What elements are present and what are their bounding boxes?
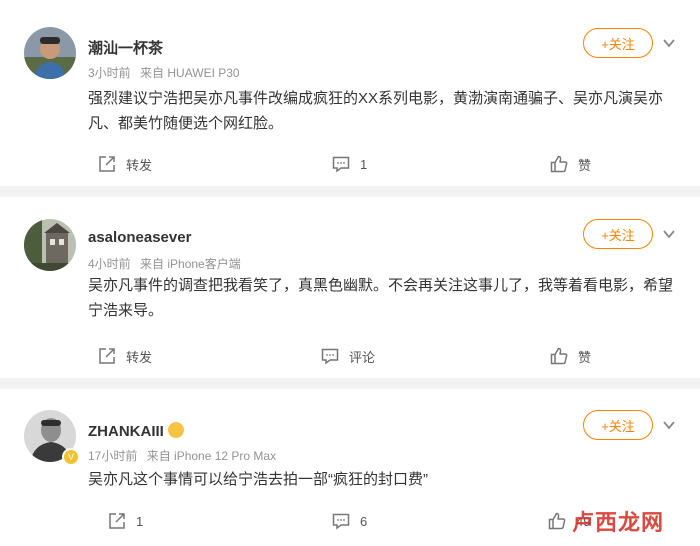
repost-label: 转发	[126, 157, 153, 173]
comment-source: 来自 HUAWEI P30	[140, 66, 240, 80]
comment-time: 3小时前	[88, 66, 131, 80]
comment-time: 17小时前	[88, 449, 138, 463]
follow-button-label: +关注	[601, 227, 635, 243]
follow-button[interactable]: +关注	[583, 28, 653, 58]
comment-icon	[321, 348, 339, 365]
action-bar: 转发 评论 赞	[0, 344, 700, 368]
follow-button[interactable]: +关注	[583, 219, 653, 249]
comment-count: 1	[360, 156, 368, 172]
comment-icon	[332, 156, 350, 173]
comment-meta: 3小时前 来自 HUAWEI P30	[88, 64, 240, 81]
chevron-down-icon[interactable]	[662, 36, 676, 50]
repost-button[interactable]: 转发	[98, 344, 152, 368]
comment-text: 吴亦凡事件的调查把我看笑了，真黑色幽默。不会再关注这事儿了，我等着看电影，希望宁…	[88, 277, 674, 319]
thumbs-up-icon	[548, 512, 566, 530]
watermark: 卢西龙网	[572, 510, 665, 536]
comment-source: 来自 iPhone 12 Pro Max	[146, 449, 277, 463]
follow-button-label: +关注	[601, 418, 635, 434]
comment-source: 来自 iPhone客户端	[140, 257, 241, 271]
thumbs-up-icon	[550, 347, 568, 365]
comment-label: 评论	[349, 349, 376, 365]
action-bar: 转发 1 赞	[0, 152, 700, 176]
comment-count: 6	[360, 513, 368, 529]
like-button[interactable]: 赞	[550, 344, 591, 368]
repost-icon	[99, 156, 115, 172]
repost-icon	[109, 513, 125, 529]
comment-text: 吴亦凡这个事情可以给宁浩去拍一部“疯狂的封口费”	[88, 471, 428, 488]
follow-button[interactable]: +关注	[583, 410, 653, 440]
comment-button[interactable]: 评论	[321, 344, 375, 368]
avatar[interactable]	[24, 219, 76, 271]
repost-count: 1	[136, 513, 144, 529]
comment-time: 4小时前	[88, 257, 131, 271]
repost-icon	[99, 348, 115, 364]
comment-card: asaloneasever 4小时前 来自 iPhone客户端 吴亦凡事件的调查…	[0, 197, 700, 378]
chevron-down-icon[interactable]	[662, 227, 676, 241]
username-text: ZHANKAIII	[88, 423, 164, 440]
comment-text: 强烈建议宁浩把吴亦凡事件改编成疯狂的XX系列电影，黄渤演南通骗子、吴亦凡演吴亦凡…	[88, 90, 664, 132]
comment-meta: 4小时前 来自 iPhone客户端	[88, 255, 241, 272]
verified-badge-icon: V	[62, 448, 80, 466]
comment-meta: 17小时前 来自 iPhone 12 Pro Max	[88, 447, 276, 464]
comment-card: 潮汕一杯茶 3小时前 来自 HUAWEI P30 强烈建议宁浩把吴亦凡事件改编成…	[0, 0, 700, 186]
comment-button[interactable]: 6	[332, 509, 367, 533]
like-button[interactable]: 赞	[550, 152, 591, 176]
repost-label: 转发	[126, 349, 153, 365]
like-label: 赞	[578, 349, 592, 365]
comment-icon	[332, 513, 350, 530]
avatar[interactable]	[24, 27, 76, 79]
username[interactable]: ZHANKAIII	[88, 422, 184, 440]
thumbs-up-icon	[550, 155, 568, 173]
like-label: 赞	[578, 157, 592, 173]
username[interactable]: 潮汕一杯茶	[88, 37, 163, 58]
repost-button[interactable]: 1	[108, 509, 143, 533]
emoji-icon	[167, 422, 184, 438]
comment-button[interactable]: 1	[332, 152, 367, 176]
follow-button-label: +关注	[601, 36, 635, 52]
username[interactable]: asaloneasever	[88, 229, 191, 246]
repost-button[interactable]: 转发	[98, 152, 152, 176]
chevron-down-icon[interactable]	[662, 418, 676, 432]
